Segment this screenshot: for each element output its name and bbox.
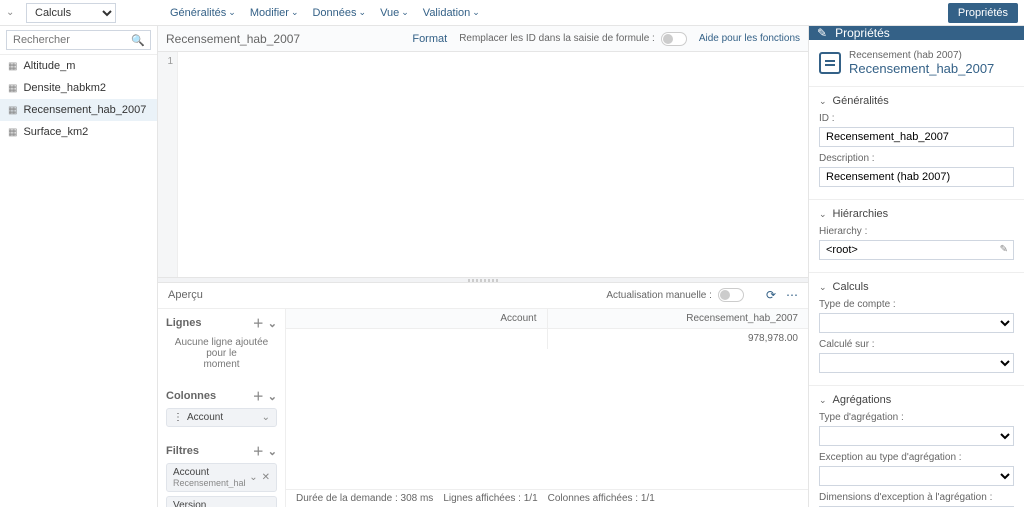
line-gutter: 1 <box>158 52 178 277</box>
chevron-down-icon[interactable]: ⌄ <box>268 318 277 330</box>
dim-item-recensement[interactable]: ▦Recensement_hab_2007 <box>0 99 157 121</box>
lines-empty-text: Aucune ligne ajoutée pour lemoment <box>166 335 277 376</box>
hierarchy-label: Hierarchy : <box>819 226 1014 237</box>
chevron-down-icon: ⌄ <box>819 395 827 406</box>
formula-title: Recensement_hab_2007 <box>166 32 300 46</box>
grid-icon: ▦ <box>8 127 17 138</box>
section-hierarchies[interactable]: ⌄Hiérarchies <box>819 208 1014 220</box>
prop-title: Recensement_hab_2007 <box>849 61 994 76</box>
prop-subtitle: Recensement (hab 2007) <box>849 50 994 61</box>
properties-button[interactable]: Propriétés <box>948 3 1018 23</box>
chevron-down-icon: ⌄ <box>819 96 827 107</box>
chevron-down-icon: ⌄ <box>291 7 299 18</box>
section-general[interactable]: ⌄Généralités <box>819 95 1014 107</box>
manual-refresh-toggle[interactable] <box>718 288 744 302</box>
wand-icon: ✎ <box>817 26 827 40</box>
filters-header: Filtres ＋⌄ <box>166 443 277 459</box>
sidebar: 🔍 ▦Altitude_m ▦Densite_habkm2 ▦Recenseme… <box>0 26 158 507</box>
chevron-down-icon: ⌄ <box>401 7 409 18</box>
aggr-exc-label: Exception au type d'agrégation : <box>819 452 1014 463</box>
account-type-select[interactable] <box>819 313 1014 333</box>
menu-view[interactable]: Vue⌄ <box>380 7 409 19</box>
filter-pill-version[interactable]: Version public.Actual ⌄ <box>166 496 277 507</box>
grid-header: Account Recensement_hab_2007 <box>286 309 808 329</box>
properties-panel-header: ✎ Propriétés <box>809 26 1024 40</box>
add-line-icon[interactable]: ＋ <box>253 318 264 330</box>
manual-refresh-label: Actualisation manuelle : <box>606 290 712 301</box>
more-icon[interactable]: ⋯ <box>786 288 798 302</box>
column-pill-account[interactable]: ⋮ Account ⌄ <box>166 408 277 427</box>
id-field[interactable] <box>819 127 1014 147</box>
filter-icon[interactable]: ⌄ <box>249 472 257 483</box>
dim-item-surface[interactable]: ▦Surface_km2 <box>0 121 157 143</box>
status-bar: Durée de la demande : 308 ms Lignes affi… <box>286 489 808 507</box>
model-select[interactable]: Calculs <box>26 3 116 23</box>
chevron-down-icon: ⌄ <box>359 7 367 18</box>
search-input[interactable] <box>6 30 151 50</box>
account-type-label: Type de compte : <box>819 299 1014 310</box>
grid-icon: ▦ <box>8 83 17 94</box>
close-icon[interactable]: ✕ <box>262 472 270 483</box>
chevron-down-icon[interactable]: ⌄ <box>268 446 277 458</box>
desc-field[interactable] <box>819 167 1014 187</box>
chevron-down-icon[interactable]: ⌄ <box>268 391 277 403</box>
grid-row: 978,978.00 <box>286 329 808 349</box>
replace-id-toggle[interactable] <box>661 32 687 46</box>
formula-editor[interactable] <box>178 52 808 277</box>
chevron-down-icon: ⌄ <box>472 7 480 18</box>
aggr-dimexc-label: Dimensions d'exception à l'agrégation : <box>819 492 1014 503</box>
calc-on-select[interactable] <box>819 353 1014 373</box>
filter-icon[interactable]: ⌄ <box>262 412 270 423</box>
filter-pill-account[interactable]: Account Recensement_hab_2007 ⌄ ✕ <box>166 463 277 492</box>
splitter-handle[interactable] <box>158 277 808 283</box>
grip-icon: ⋮ <box>173 412 183 423</box>
replace-id-label: Remplacer les ID dans la saisie de formu… <box>459 33 655 44</box>
section-calcs[interactable]: ⌄Calculs <box>819 281 1014 293</box>
lines-header: Lignes ＋⌄ <box>166 315 277 331</box>
grid-icon: ▦ <box>8 105 17 116</box>
calc-on-label: Calculé sur : <box>819 339 1014 350</box>
menu-general[interactable]: Généralités⌄ <box>170 7 236 19</box>
aggr-type-select[interactable] <box>819 426 1014 446</box>
menu-edit[interactable]: Modifier⌄ <box>250 7 299 19</box>
hierarchy-field[interactable] <box>819 240 1014 260</box>
chevron-down-icon[interactable]: ⌄ <box>6 7 20 18</box>
dim-item-densite[interactable]: ▦Densite_habkm2 <box>0 77 157 99</box>
chevron-down-icon: ⌄ <box>819 282 827 293</box>
functions-help-link[interactable]: Aide pour les fonctions <box>699 33 800 44</box>
grid-icon: ▦ <box>8 61 17 72</box>
desc-label: Description : <box>819 153 1014 164</box>
menu-validation[interactable]: Validation⌄ <box>423 7 480 19</box>
aggr-type-label: Type d'agrégation : <box>819 412 1014 423</box>
chevron-down-icon: ⌄ <box>228 7 236 18</box>
section-aggregations[interactable]: ⌄Agrégations <box>819 394 1014 406</box>
format-link[interactable]: Format <box>412 33 447 45</box>
chevron-down-icon: ⌄ <box>819 209 827 220</box>
dimension-icon <box>819 52 841 74</box>
add-filter-icon[interactable]: ＋ <box>253 446 264 458</box>
menu-data[interactable]: Données⌄ <box>312 7 366 19</box>
columns-header: Colonnes ＋⌄ <box>166 388 277 404</box>
preview-title: Aperçu <box>168 289 606 301</box>
add-column-icon[interactable]: ＋ <box>253 391 264 403</box>
refresh-icon[interactable]: ⟳ <box>766 288 776 302</box>
id-label: ID : <box>819 113 1014 124</box>
dim-item-altitude[interactable]: ▦Altitude_m <box>0 55 157 77</box>
aggr-exc-select[interactable] <box>819 466 1014 486</box>
